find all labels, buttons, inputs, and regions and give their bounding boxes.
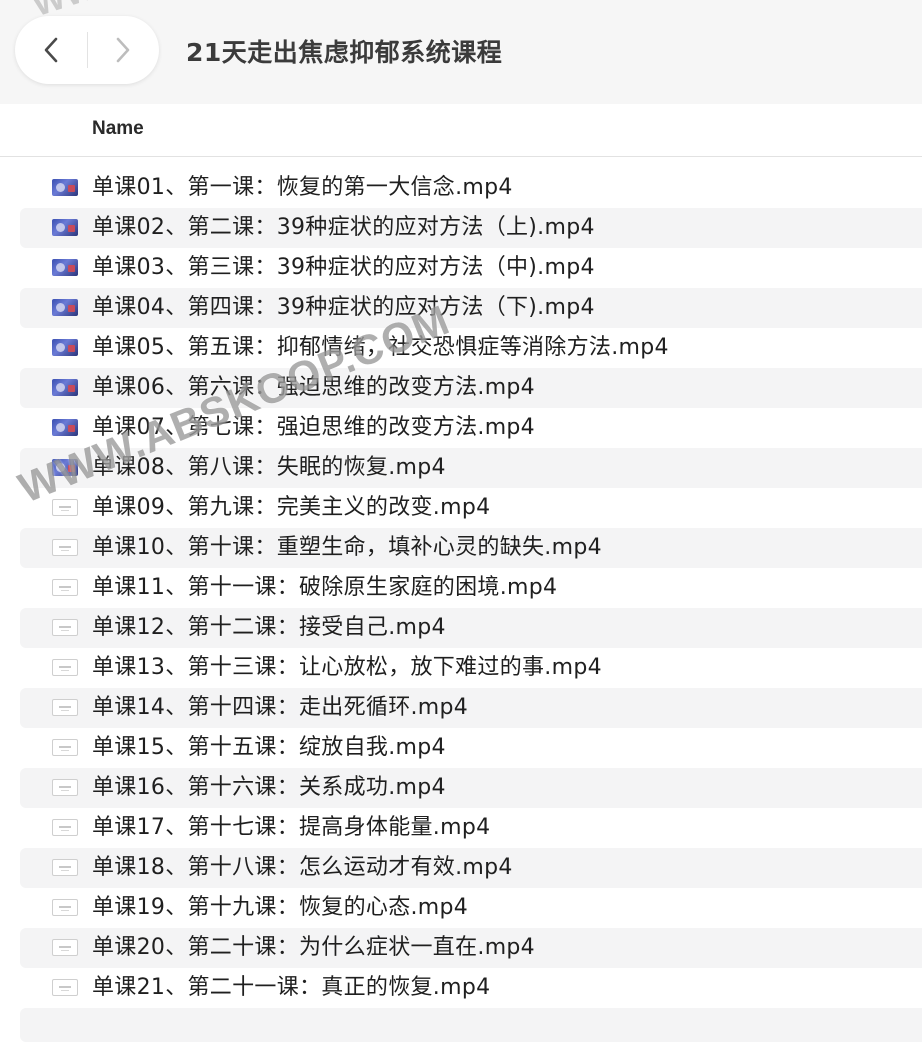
file-name: 单课21、第二十一课：真正的恢复.mp4: [92, 975, 491, 1000]
file-row[interactable]: 单课03、第三课：39种症状的应对方法（中).mp4: [20, 248, 922, 288]
file-row[interactable]: 单课02、第二课：39种症状的应对方法（上).mp4: [20, 208, 922, 248]
file-name: 单课15、第十五课：绽放自我.mp4: [92, 735, 446, 760]
window-title: 21天走出焦虑抑郁系统课程: [186, 38, 503, 67]
document-thumbnail-icon: [52, 779, 78, 796]
document-thumbnail-icon: [52, 579, 78, 596]
file-row[interactable]: 单课21、第二十一课：真正的恢复.mp4: [20, 968, 922, 1008]
video-thumbnail-icon: [52, 299, 78, 316]
file-name: 单课17、第十七课：提高身体能量.mp4: [92, 815, 491, 840]
file-name: 单课12、第十二课：接受自己.mp4: [92, 615, 446, 640]
file-row[interactable]: 单课19、第十九课：恢复的心态.mp4: [20, 888, 922, 928]
file-row[interactable]: 单课01、第一课：恢复的第一大信念.mp4: [20, 168, 922, 208]
chevron-left-icon: [44, 37, 58, 63]
document-thumbnail-icon: [52, 739, 78, 756]
file-row[interactable]: 单课11、第十一课：破除原生家庭的困境.mp4: [20, 568, 922, 608]
name-column-header[interactable]: Name: [92, 118, 144, 140]
window-toolbar: 21天走出焦虑抑郁系统课程: [0, 0, 922, 104]
file-row[interactable]: 单课10、第十课：重塑生命，填补心灵的缺失.mp4: [20, 528, 922, 568]
document-thumbnail-icon: [52, 539, 78, 556]
file-row[interactable]: 单课12、第十二课：接受自己.mp4: [20, 608, 922, 648]
file-row[interactable]: 单课20、第二十课：为什么症状一直在.mp4: [20, 928, 922, 968]
file-row[interactable]: 单课05、第五课：抑郁情绪，社交恐惧症等消除方法.mp4: [20, 328, 922, 368]
chevron-right-icon: [116, 37, 130, 63]
video-thumbnail-icon: [52, 379, 78, 396]
file-name: 单课11、第十一课：破除原生家庭的困境.mp4: [92, 575, 558, 600]
video-thumbnail-icon: [52, 259, 78, 276]
file-name: 单课19、第十九课：恢复的心态.mp4: [92, 895, 469, 920]
file-name: 单课09、第九课：完美主义的改变.mp4: [92, 495, 491, 520]
column-header-row: Name: [0, 104, 922, 157]
video-thumbnail-icon: [52, 419, 78, 436]
document-thumbnail-icon: [52, 939, 78, 956]
file-row[interactable]: 单课13、第十三课：让心放松，放下难过的事.mp4: [20, 648, 922, 688]
document-thumbnail-icon: [52, 659, 78, 676]
file-name: 单课08、第八课：失眠的恢复.mp4: [92, 455, 446, 480]
file-name: 单课14、第十四课：走出死循环.mp4: [92, 695, 469, 720]
document-thumbnail-icon: [52, 979, 78, 996]
file-row[interactable]: 单课09、第九课：完美主义的改变.mp4: [20, 488, 922, 528]
file-name: 单课18、第十八课：怎么运动才有效.mp4: [92, 855, 513, 880]
file-row[interactable]: 单课15、第十五课：绽放自我.mp4: [20, 728, 922, 768]
file-name: 单课07、第七课：强迫思维的改变方法.mp4: [92, 415, 535, 440]
empty-row: [20, 1008, 922, 1042]
file-row[interactable]: 单课07、第七课：强迫思维的改变方法.mp4: [20, 408, 922, 448]
forward-button[interactable]: [87, 16, 159, 84]
video-thumbnail-icon: [52, 339, 78, 356]
document-thumbnail-icon: [52, 899, 78, 916]
navigation-group: [15, 16, 159, 84]
file-row[interactable]: 单课18、第十八课：怎么运动才有效.mp4: [20, 848, 922, 888]
document-thumbnail-icon: [52, 619, 78, 636]
file-name: 单课03、第三课：39种症状的应对方法（中).mp4: [92, 255, 595, 280]
file-row[interactable]: 单课17、第十七课：提高身体能量.mp4: [20, 808, 922, 848]
file-row[interactable]: 单课16、第十六课：关系成功.mp4: [20, 768, 922, 808]
back-button[interactable]: [15, 16, 87, 84]
file-row[interactable]: 单课04、第四课：39种症状的应对方法（下).mp4: [20, 288, 922, 328]
document-thumbnail-icon: [52, 499, 78, 516]
file-name: 单课05、第五课：抑郁情绪，社交恐惧症等消除方法.mp4: [92, 335, 669, 360]
file-name: 单课16、第十六课：关系成功.mp4: [92, 775, 446, 800]
file-name: 单课20、第二十课：为什么症状一直在.mp4: [92, 935, 535, 960]
file-name: 单课06、第六课：强迫思维的改变方法.mp4: [92, 375, 535, 400]
file-list: 单课01、第一课：恢复的第一大信念.mp4 单课02、第二课：39种症状的应对方法…: [0, 168, 922, 1042]
document-thumbnail-icon: [52, 859, 78, 876]
file-name: 单课13、第十三课：让心放松，放下难过的事.mp4: [92, 655, 602, 680]
file-row[interactable]: 单课08、第八课：失眠的恢复.mp4: [20, 448, 922, 488]
document-thumbnail-icon: [52, 699, 78, 716]
file-name: 单课04、第四课：39种症状的应对方法（下).mp4: [92, 295, 595, 320]
file-name: 单课01、第一课：恢复的第一大信念.mp4: [92, 175, 513, 200]
video-thumbnail-icon: [52, 219, 78, 236]
file-row[interactable]: 单课06、第六课：强迫思维的改变方法.mp4: [20, 368, 922, 408]
file-name: 单课10、第十课：重塑生命，填补心灵的缺失.mp4: [92, 535, 602, 560]
file-row[interactable]: 单课14、第十四课：走出死循环.mp4: [20, 688, 922, 728]
video-thumbnail-icon: [52, 459, 78, 476]
file-name: 单课02、第二课：39种症状的应对方法（上).mp4: [92, 215, 595, 240]
video-thumbnail-icon: [52, 179, 78, 196]
document-thumbnail-icon: [52, 819, 78, 836]
